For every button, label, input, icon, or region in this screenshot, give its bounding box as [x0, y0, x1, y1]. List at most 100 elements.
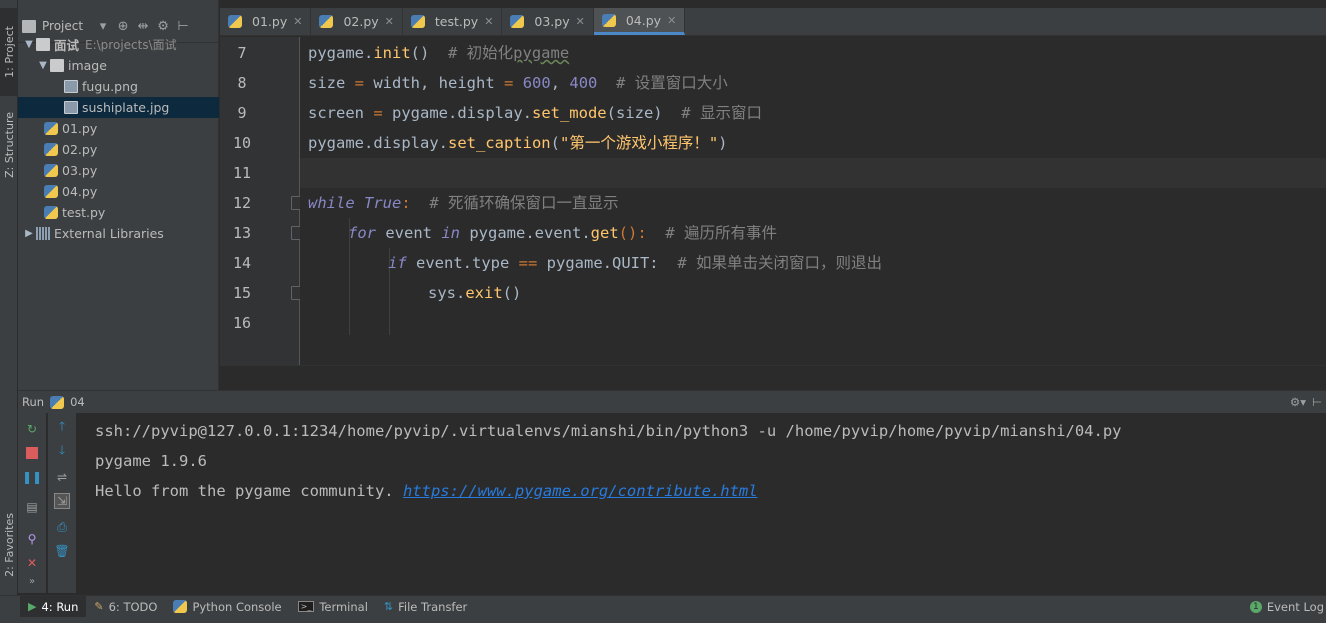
current-line-highlight	[300, 158, 1326, 188]
python-file-icon	[44, 164, 58, 177]
line-number: 16	[232, 314, 252, 332]
rerun-icon[interactable]: ↻	[24, 421, 40, 437]
tree-item-03-py[interactable]: 03.py	[44, 160, 219, 181]
todo-icon: ✎	[94, 600, 104, 613]
run-config-name[interactable]: 04	[70, 395, 85, 409]
tree-item-label: fugu.png	[82, 79, 138, 94]
arrow-up-icon[interactable]: 🡑	[54, 419, 70, 435]
python-file-icon	[410, 15, 425, 28]
run-toolbar-secondary: 🡑 🡓 ⇌ ⇲ ⎙ 🗑	[48, 413, 76, 593]
line-number: 10	[232, 134, 252, 152]
close-icon[interactable]: ✕	[24, 555, 40, 571]
tree-item-image-folder[interactable]: ▼ image	[36, 55, 219, 76]
tool-tab-python-console[interactable]: Python Console	[165, 596, 289, 618]
tab-label: 03.py	[534, 14, 570, 29]
close-icon[interactable]: ✕	[667, 14, 676, 27]
line-number: 9	[237, 104, 247, 122]
console-line: pygame 1.9.6	[95, 452, 207, 470]
terminal-icon: >_	[297, 601, 315, 612]
tab-03-py[interactable]: 03.py ✕	[502, 8, 594, 35]
code-line-13: for event in pygame.event.get(): # 遍历所有事…	[348, 224, 777, 242]
close-icon[interactable]: ✕	[576, 15, 585, 28]
pause-icon[interactable]: ❚❚	[22, 469, 42, 485]
tab-label: 01.py	[252, 14, 288, 29]
close-icon[interactable]: ✕	[484, 15, 493, 28]
scroll-to-end-icon[interactable]: ⇲	[54, 493, 70, 509]
tree-item-sushiplate-jpg[interactable]: sushiplate.jpg	[18, 97, 219, 118]
image-file-icon	[64, 80, 78, 93]
image-file-icon	[64, 101, 78, 114]
tool-tab-event-log[interactable]: 1 Event Log	[1242, 596, 1326, 618]
tool-tab-file-transfer-label: File Transfer	[398, 599, 468, 614]
run-console[interactable]: ssh://pyvip@127.0.0.1:1234/home/pyvip/.v…	[78, 413, 1326, 593]
tree-item-fugu-png[interactable]: fugu.png	[64, 76, 219, 97]
hide-panel-icon[interactable]: ⊢	[175, 19, 191, 34]
hide-panel-icon[interactable]: ⊢	[1312, 395, 1322, 409]
console-text: Hello from the pygame community.	[95, 482, 403, 500]
tab-04-py[interactable]: 04.py ✕	[593, 8, 686, 35]
line-number: 8	[237, 74, 247, 92]
tree-item-02-py[interactable]: 02.py	[44, 139, 219, 160]
project-path: E:\projects\面试	[85, 38, 177, 52]
status-bar	[0, 617, 1326, 623]
folder-icon	[50, 59, 64, 72]
tree-item-test-py[interactable]: test.py	[44, 202, 219, 223]
gear-icon[interactable]: ⚙▾	[1290, 395, 1306, 409]
scroll-from-source-icon[interactable]: ⊕	[115, 19, 131, 34]
project-view-selector[interactable]: Project	[42, 19, 83, 33]
project-panel: Project ▾ ⊕ ⇹ ⚙ ⊢ ▼ 面试 E:\projects\面试 ▼ …	[18, 0, 219, 390]
tree-item-label: 04.py	[62, 184, 98, 199]
tool-tab-run-label: 4: Run	[41, 599, 79, 614]
expand-arrow-icon[interactable]: ▶	[22, 228, 36, 239]
soft-wrap-icon[interactable]: ⇌	[54, 469, 70, 485]
tree-item-label: sushiplate.jpg	[82, 100, 170, 115]
tool-tab-run[interactable]: ▶ 4: Run	[20, 595, 87, 618]
expand-arrow-icon[interactable]: ▼	[36, 60, 50, 71]
layout-icon[interactable]: ▤	[24, 499, 40, 515]
code-line-10: pygame.display.set_caption("第一个游戏小程序！")	[308, 134, 728, 152]
tab-02-py[interactable]: 02.py ✕	[311, 8, 403, 35]
code-editor[interactable]: pygame.init() # 初始化pygame size = width, …	[300, 37, 1326, 365]
tree-item-04-py[interactable]: 04.py	[44, 181, 219, 202]
tab-test-py[interactable]: test.py ✕	[403, 8, 503, 35]
tool-tab-project[interactable]: 1: Project	[0, 8, 18, 96]
tree-item-01-py[interactable]: 01.py	[44, 118, 219, 139]
tree-item-label: 03.py	[62, 163, 98, 178]
file-transfer-icon: ⇅	[383, 600, 394, 613]
tool-tab-structure[interactable]: Z: Structure	[0, 100, 18, 190]
close-icon[interactable]: ✕	[293, 15, 302, 28]
python-file-icon	[601, 13, 616, 27]
python-file-icon	[44, 122, 58, 135]
python-file-icon	[319, 15, 334, 28]
console-line: ssh://pyvip@127.0.0.1:1234/home/pyvip/.v…	[95, 422, 1122, 440]
more-icon[interactable]: »	[24, 573, 40, 589]
arrow-down-icon[interactable]: 🡓	[54, 443, 70, 459]
expand-arrow-icon[interactable]: ▼	[22, 39, 36, 50]
trash-icon[interactable]: 🗑	[54, 543, 70, 559]
close-icon[interactable]: ✕	[385, 15, 394, 28]
gear-icon[interactable]: ⚙	[155, 19, 171, 34]
print-icon[interactable]: ⎙	[54, 519, 70, 535]
tool-tab-file-transfer[interactable]: ⇅ File Transfer	[376, 596, 475, 618]
code-line-14: if event.type == pygame.QUIT: # 如果单击关闭窗口…	[388, 254, 882, 272]
editor-gutter: 7 8 9 10 11 12 13 14 15 16	[220, 37, 303, 365]
pin-icon[interactable]: ⚲	[24, 531, 40, 547]
line-number: 14	[232, 254, 252, 272]
tool-tab-python-console-label: Python Console	[192, 599, 282, 614]
line-number: 11	[232, 164, 252, 182]
python-run-config-icon	[50, 395, 65, 409]
tree-item-label: 01.py	[62, 121, 98, 136]
tree-item-project-root[interactable]: ▼ 面试 E:\projects\面试	[22, 34, 219, 55]
tab-label: test.py	[434, 14, 479, 29]
console-link[interactable]: https://www.pygame.org/contribute.html	[403, 482, 758, 500]
tool-tab-todo[interactable]: ✎ 6: TODO	[86, 596, 165, 618]
collapse-all-icon[interactable]: ⇹	[135, 19, 151, 34]
tab-01-py[interactable]: 01.py ✕	[220, 8, 312, 35]
chevron-down-icon[interactable]: ▾	[95, 19, 111, 34]
tree-item-external-libraries[interactable]: ▶ External Libraries	[22, 223, 219, 244]
stop-button[interactable]	[24, 445, 40, 461]
line-number: 7	[237, 44, 247, 62]
tool-tab-favorites[interactable]: 2: Favorites	[0, 500, 18, 590]
project-folder-icon	[22, 19, 36, 33]
tool-tab-terminal[interactable]: >_ Terminal	[290, 596, 376, 618]
